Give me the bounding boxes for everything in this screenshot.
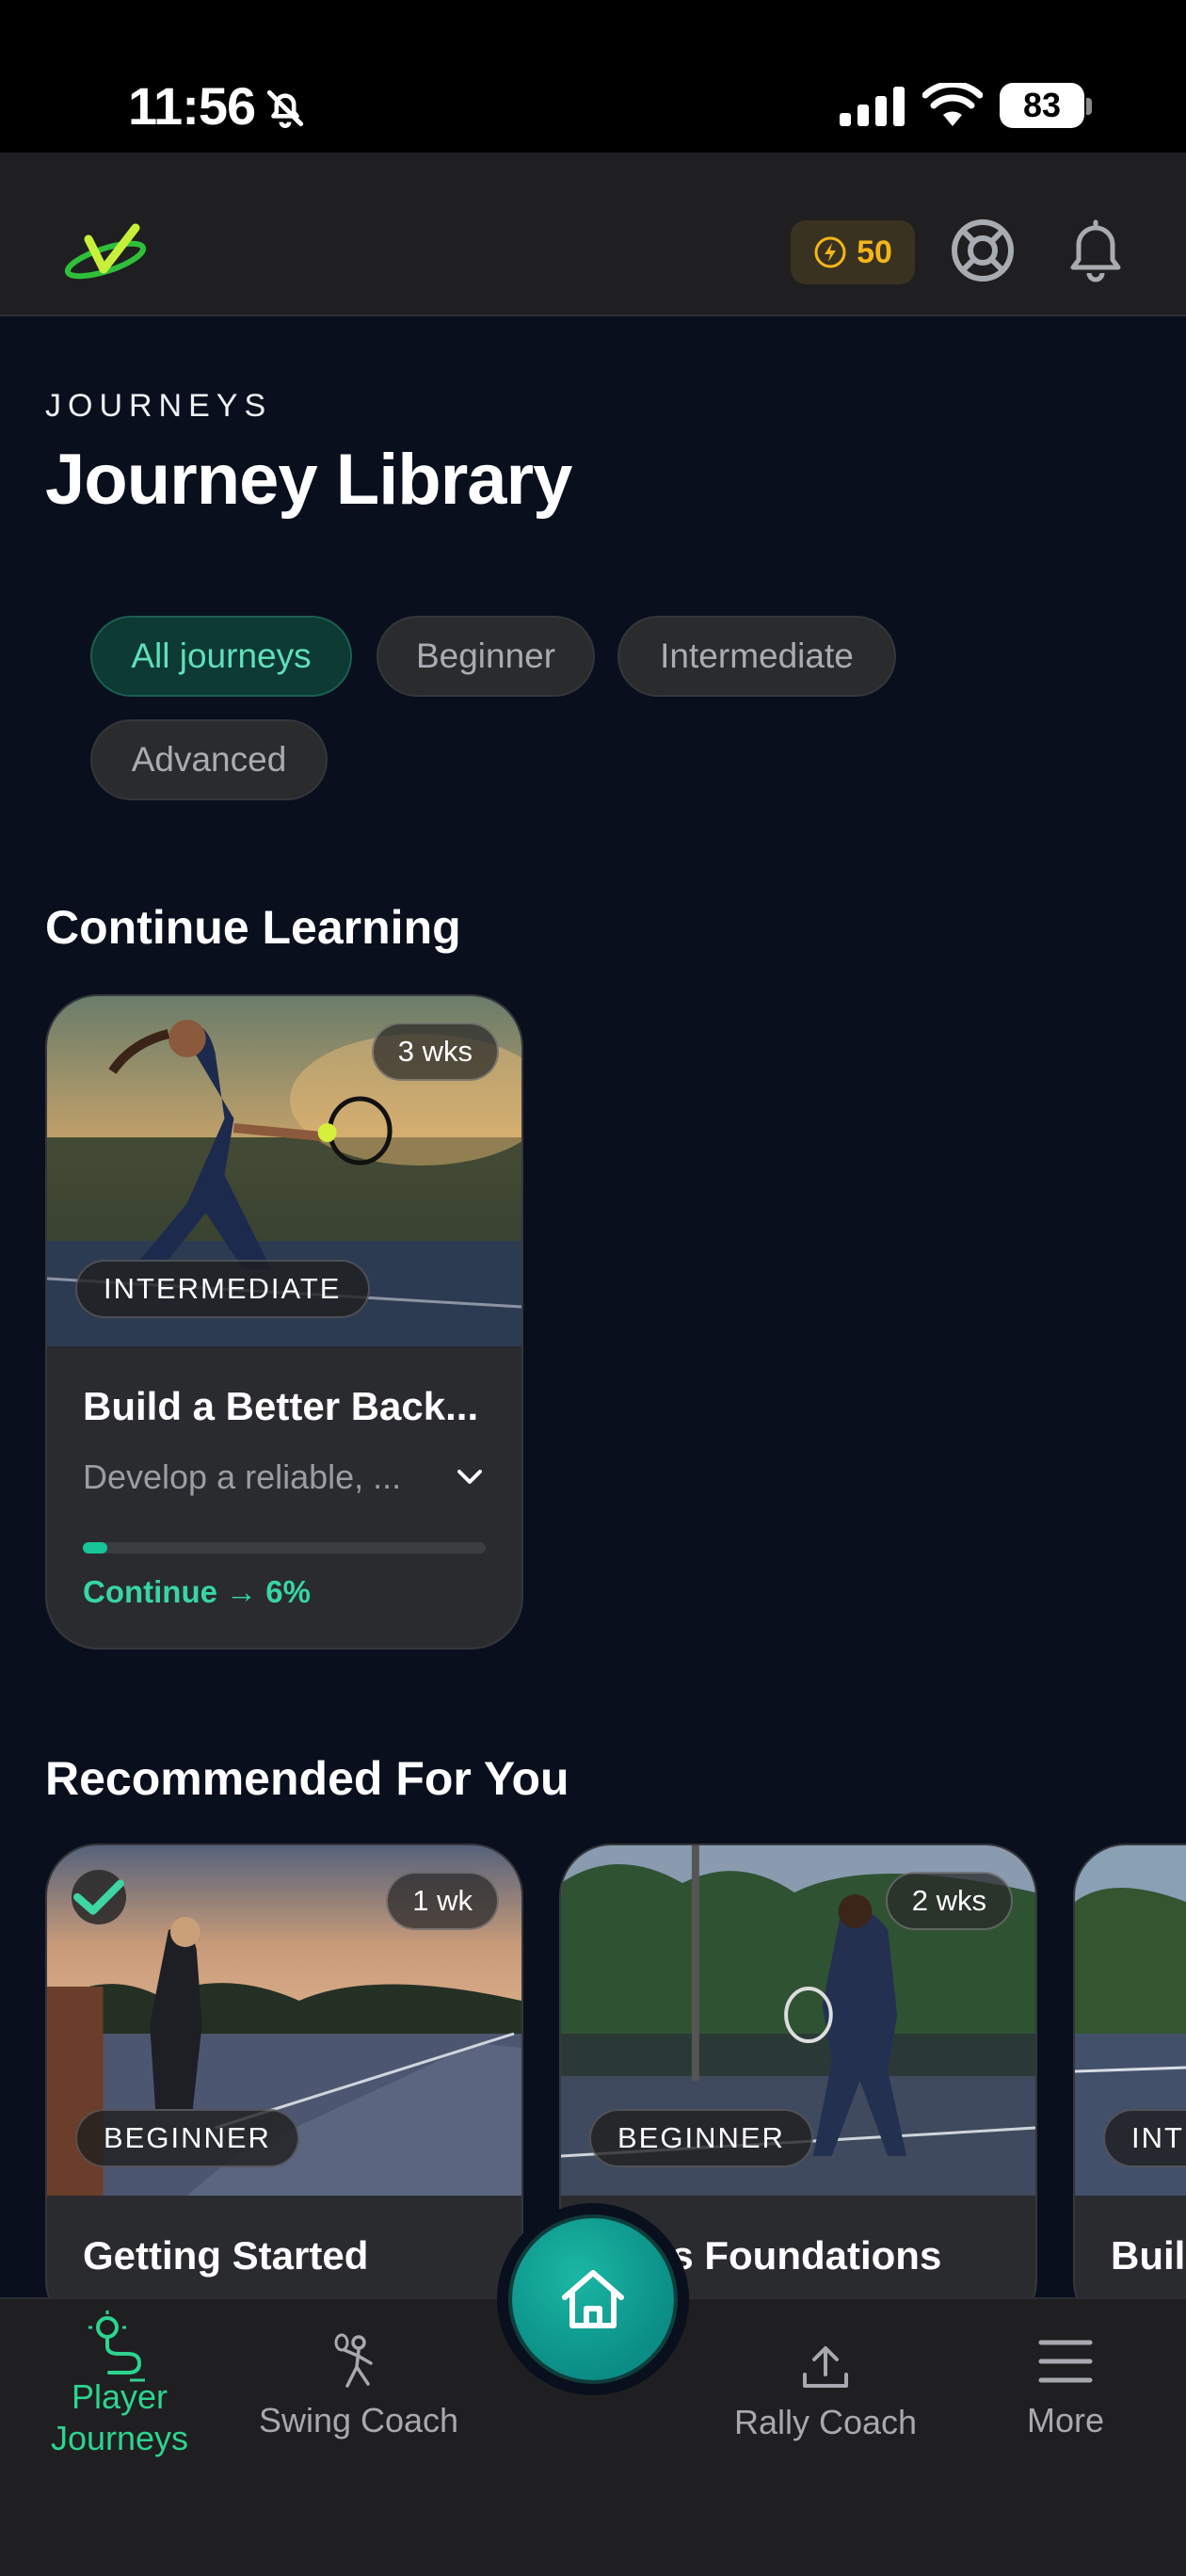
duration-badge: 3 wks [371,1022,499,1081]
card-title: Buil [1111,2233,1186,2278]
home-button-inner [512,2218,674,2380]
nav-more[interactable]: More [1000,2335,1131,2440]
nav-rally-coach[interactable]: Rally Coach [708,2343,943,2442]
menu-icon [1038,2340,1093,2383]
level-badge: INTE [1103,2109,1186,2167]
section-title-recommended: Recommended For You [45,1752,569,1805]
filter-advanced[interactable]: Advanced [90,719,328,800]
nav-label: Player Journeys [50,2377,189,2457]
cellular-signal-icon [840,87,905,126]
bell-icon[interactable] [1064,217,1128,284]
card-image: 2 wks BEGINNER [561,1845,1035,2196]
lightning-coin-icon [814,236,846,268]
nav-player-journeys[interactable]: Player Journeys [23,2309,216,2459]
nav-label: More [1026,2401,1105,2439]
completed-badge [72,1870,126,1924]
bell-muted-icon [266,89,304,128]
nav-label: Swing Coach [258,2401,459,2439]
card-title: nis Foundations [636,2233,942,2278]
nav-swing-coach[interactable]: Swing Coach [235,2333,482,2440]
app-logo[interactable] [60,220,154,286]
status-time: 11:56 [128,76,256,136]
upload-icon [803,2346,848,2388]
coin-balance-chip[interactable]: 50 [791,220,915,284]
home-button[interactable] [497,2203,689,2395]
wifi-icon [922,83,983,126]
progress-fill [83,1542,107,1554]
level-badge: BEGINNER [75,2109,299,2167]
card-image: 3 wks INTERMEDIATE [47,996,521,1346]
filter-all-journeys[interactable]: All journeys [90,616,352,697]
card-image: INTE [1075,1845,1186,2196]
coin-count: 50 [857,233,892,270]
card-description: Develop a reliable, ... [83,1457,402,1496]
battery-indicator: 83 [1000,83,1084,128]
status-bar: 11:56 83 [0,0,1186,153]
filter-beginner[interactable]: Beginner [377,616,595,697]
recommended-card[interactable]: INTE Buil [1073,1843,1186,2333]
checkmark-icon [73,1879,124,1915]
duration-badge: 1 wk [386,1872,499,1930]
filter-intermediate[interactable]: Intermediate [617,616,896,697]
page-eyebrow: JOURNEYS [45,388,273,424]
continue-journey-card[interactable]: 3 wks INTERMEDIATE Build a Better Back..… [45,994,523,1650]
nav-label: Rally Coach [733,2403,918,2441]
card-title: Getting Started [83,2233,369,2278]
duration-badge: 2 wks [885,1872,1013,1930]
card-title: Build a Better Back... [83,1384,479,1428]
progress-bar [83,1542,486,1554]
card-image: 1 wk BEGINNER [47,1845,521,2196]
lifebuoy-help-icon[interactable] [949,217,1017,284]
lightbulb-path-icon [88,2310,145,2382]
recommended-card[interactable]: 1 wk BEGINNER Getting Started [45,1843,523,2333]
home-icon [562,2270,624,2328]
continue-link[interactable]: Continue → 6% [83,1574,486,1610]
level-badge: INTERMEDIATE [75,1260,370,1318]
chevron-down-icon[interactable] [454,1466,486,1489]
level-badge: BEGINNER [589,2109,813,2167]
section-title-continue: Continue Learning [45,901,461,954]
page-title: Journey Library [45,440,572,520]
battery-cap [1086,98,1092,115]
tennis-player-icon [334,2333,373,2388]
